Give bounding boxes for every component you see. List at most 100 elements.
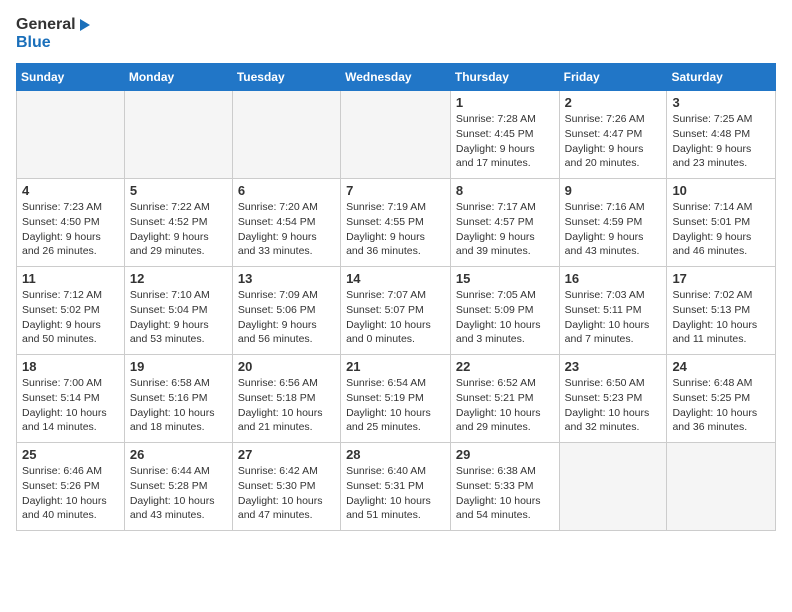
day-info: Sunrise: 6:38 AMSunset: 5:33 PMDaylight:…	[456, 464, 554, 523]
day-number: 5	[130, 183, 227, 198]
calendar-cell: 12 Sunrise: 7:10 AMSunset: 5:04 PMDayligh…	[124, 267, 232, 355]
day-number: 21	[346, 359, 445, 374]
calendar-cell: 18 Sunrise: 7:00 AMSunset: 5:14 PMDayligh…	[17, 355, 125, 443]
weekday-header: Sunday	[17, 64, 125, 91]
day-number: 10	[672, 183, 770, 198]
calendar-cell: 22 Sunrise: 6:52 AMSunset: 5:21 PMDayligh…	[450, 355, 559, 443]
day-info: Sunrise: 6:40 AMSunset: 5:31 PMDaylight:…	[346, 464, 445, 523]
day-info: Sunrise: 7:12 AMSunset: 5:02 PMDaylight:…	[22, 288, 119, 347]
weekday-header: Thursday	[450, 64, 559, 91]
day-info: Sunrise: 7:09 AMSunset: 5:06 PMDaylight:…	[238, 288, 335, 347]
day-info: Sunrise: 6:54 AMSunset: 5:19 PMDaylight:…	[346, 376, 445, 435]
day-info: Sunrise: 7:17 AMSunset: 4:57 PMDaylight:…	[456, 200, 554, 259]
calendar-cell: 13Sunrise: 7:09 AMSunset: 5:06 PMDayligh…	[232, 267, 340, 355]
day-number: 2	[565, 95, 662, 110]
day-number: 18	[22, 359, 119, 374]
calendar-cell: 2 Sunrise: 7:26 AMSunset: 4:47 PMDaylight…	[559, 91, 667, 179]
day-info: Sunrise: 7:07 AMSunset: 5:07 PMDaylight:…	[346, 288, 445, 347]
weekday-header: Friday	[559, 64, 667, 91]
day-number: 16	[565, 271, 662, 286]
day-number: 3	[672, 95, 770, 110]
day-info: Sunrise: 7:16 AMSunset: 4:59 PMDaylight:…	[565, 200, 662, 259]
calendar-cell	[341, 91, 451, 179]
day-number: 6	[238, 183, 335, 198]
calendar-cell: 1 Sunrise: 7:28 AMSunset: 4:45 PMDaylight…	[450, 91, 559, 179]
calendar-cell: 28 Sunrise: 6:40 AMSunset: 5:31 PMDayligh…	[341, 443, 451, 531]
day-info: Sunrise: 6:56 AMSunset: 5:18 PMDaylight:…	[238, 376, 335, 435]
day-info: Sunrise: 7:14 AMSunset: 5:01 PMDaylight:…	[672, 200, 770, 259]
logo-container: General Blue	[16, 16, 90, 51]
calendar-cell: 15Sunrise: 7:05 AMSunset: 5:09 PMDayligh…	[450, 267, 559, 355]
day-info: Sunrise: 6:44 AMSunset: 5:28 PMDaylight:…	[130, 464, 227, 523]
day-number: 19	[130, 359, 227, 374]
day-number: 28	[346, 447, 445, 462]
calendar-cell: 19Sunrise: 6:58 AMSunset: 5:16 PMDayligh…	[124, 355, 232, 443]
calendar-cell: 4 Sunrise: 7:23 AMSunset: 4:50 PMDaylight…	[17, 179, 125, 267]
day-info: Sunrise: 6:46 AMSunset: 5:26 PMDaylight:…	[22, 464, 119, 523]
calendar-cell: 24 Sunrise: 6:48 AMSunset: 5:25 PMDayligh…	[667, 355, 776, 443]
calendar-cell: 21 Sunrise: 6:54 AMSunset: 5:19 PMDayligh…	[341, 355, 451, 443]
calendar-cell: 20 Sunrise: 6:56 AMSunset: 5:18 PMDayligh…	[232, 355, 340, 443]
calendar-cell: 25 Sunrise: 6:46 AMSunset: 5:26 PMDayligh…	[17, 443, 125, 531]
day-info: Sunrise: 7:26 AMSunset: 4:47 PMDaylight:…	[565, 112, 662, 171]
weekday-header: Wednesday	[341, 64, 451, 91]
logo-blue: Blue	[16, 34, 90, 52]
calendar-cell: 26 Sunrise: 6:44 AMSunset: 5:28 PMDayligh…	[124, 443, 232, 531]
calendar-cell: 16 Sunrise: 7:03 AMSunset: 5:11 PMDayligh…	[559, 267, 667, 355]
calendar-cell: 27 Sunrise: 6:42 AMSunset: 5:30 PMDayligh…	[232, 443, 340, 531]
day-info: Sunrise: 6:50 AMSunset: 5:23 PMDaylight:…	[565, 376, 662, 435]
calendar-cell: 17 Sunrise: 7:02 AMSunset: 5:13 PMDayligh…	[667, 267, 776, 355]
day-info: Sunrise: 7:05 AMSunset: 5:09 PMDaylight:…	[456, 288, 554, 347]
day-number: 20	[238, 359, 335, 374]
day-number: 8	[456, 183, 554, 198]
calendar-cell	[232, 91, 340, 179]
calendar-cell	[124, 91, 232, 179]
day-info: Sunrise: 7:25 AMSunset: 4:48 PMDaylight:…	[672, 112, 770, 171]
day-info: Sunrise: 6:42 AMSunset: 5:30 PMDaylight:…	[238, 464, 335, 523]
weekday-header: Tuesday	[232, 64, 340, 91]
calendar-cell: 29 Sunrise: 6:38 AMSunset: 5:33 PMDayligh…	[450, 443, 559, 531]
day-number: 1	[456, 95, 554, 110]
calendar-cell: 14 Sunrise: 7:07 AMSunset: 5:07 PMDayligh…	[341, 267, 451, 355]
day-number: 4	[22, 183, 119, 198]
day-number: 9	[565, 183, 662, 198]
day-number: 29	[456, 447, 554, 462]
calendar-week-row: 25 Sunrise: 6:46 AMSunset: 5:26 PMDayligh…	[17, 443, 776, 531]
calendar-cell: 9 Sunrise: 7:16 AMSunset: 4:59 PMDaylight…	[559, 179, 667, 267]
calendar-cell: 11 Sunrise: 7:12 AMSunset: 5:02 PMDayligh…	[17, 267, 125, 355]
day-info: Sunrise: 7:22 AMSunset: 4:52 PMDaylight:…	[130, 200, 227, 259]
day-info: Sunrise: 6:52 AMSunset: 5:21 PMDaylight:…	[456, 376, 554, 435]
day-number: 17	[672, 271, 770, 286]
day-info: Sunrise: 7:20 AMSunset: 4:54 PMDaylight:…	[238, 200, 335, 259]
day-number: 14	[346, 271, 445, 286]
day-info: Sunrise: 7:03 AMSunset: 5:11 PMDaylight:…	[565, 288, 662, 347]
day-info: Sunrise: 7:23 AMSunset: 4:50 PMDaylight:…	[22, 200, 119, 259]
day-number: 12	[130, 271, 227, 286]
day-info: Sunrise: 7:02 AMSunset: 5:13 PMDaylight:…	[672, 288, 770, 347]
day-number: 22	[456, 359, 554, 374]
calendar-cell: 8 Sunrise: 7:17 AMSunset: 4:57 PMDaylight…	[450, 179, 559, 267]
calendar-cell: 3 Sunrise: 7:25 AMSunset: 4:48 PMDaylight…	[667, 91, 776, 179]
calendar-week-row: 4 Sunrise: 7:23 AMSunset: 4:50 PMDaylight…	[17, 179, 776, 267]
day-info: Sunrise: 7:00 AMSunset: 5:14 PMDaylight:…	[22, 376, 119, 435]
day-info: Sunrise: 7:10 AMSunset: 5:04 PMDaylight:…	[130, 288, 227, 347]
logo-general: General	[16, 16, 90, 34]
day-number: 7	[346, 183, 445, 198]
calendar-week-row: 11 Sunrise: 7:12 AMSunset: 5:02 PMDayligh…	[17, 267, 776, 355]
weekday-header: Saturday	[667, 64, 776, 91]
calendar-week-row: 18 Sunrise: 7:00 AMSunset: 5:14 PMDayligh…	[17, 355, 776, 443]
day-number: 26	[130, 447, 227, 462]
day-number: 11	[22, 271, 119, 286]
day-number: 25	[22, 447, 119, 462]
day-number: 23	[565, 359, 662, 374]
weekday-header-row: SundayMondayTuesdayWednesdayThursdayFrid…	[17, 64, 776, 91]
calendar-cell: 10 Sunrise: 7:14 AMSunset: 5:01 PMDayligh…	[667, 179, 776, 267]
day-info: Sunrise: 7:28 AMSunset: 4:45 PMDaylight:…	[456, 112, 554, 171]
calendar-cell	[559, 443, 667, 531]
day-number: 24	[672, 359, 770, 374]
day-info: Sunrise: 6:48 AMSunset: 5:25 PMDaylight:…	[672, 376, 770, 435]
day-number: 27	[238, 447, 335, 462]
calendar-cell: 6 Sunrise: 7:20 AMSunset: 4:54 PMDaylight…	[232, 179, 340, 267]
calendar-cell	[667, 443, 776, 531]
calendar-cell	[17, 91, 125, 179]
